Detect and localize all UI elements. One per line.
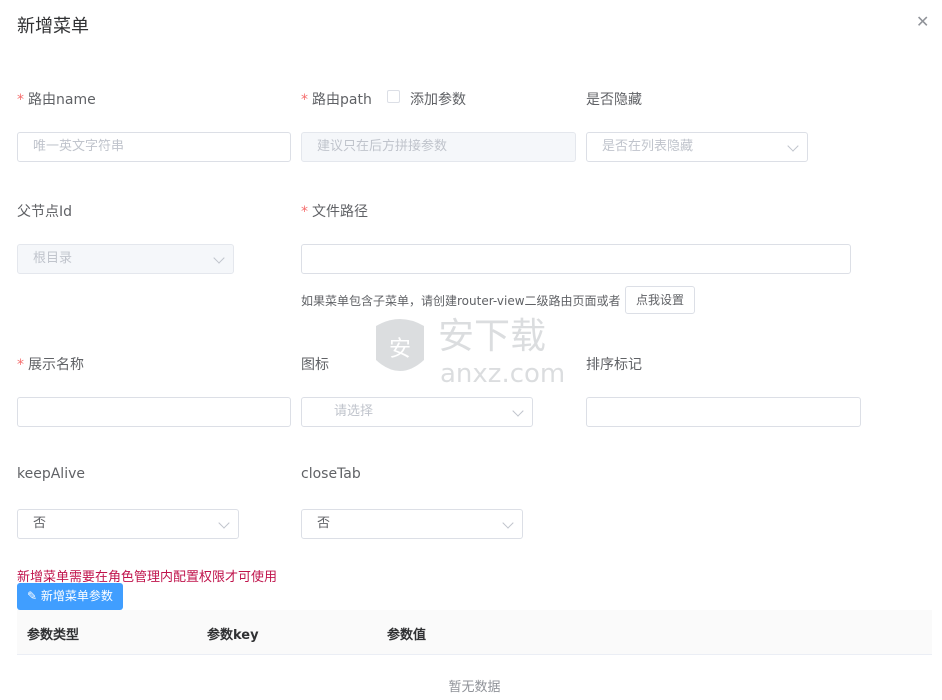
chevron-down-icon: [502, 517, 514, 529]
route-path-label: * 路由path: [301, 92, 372, 108]
icon-select[interactable]: 请选择: [301, 397, 533, 427]
svg-text:anxz.com: anxz.com: [440, 359, 565, 388]
add-param-label[interactable]: 添加参数: [410, 89, 466, 109]
file-path-input[interactable]: [301, 244, 851, 274]
column-param-key: 参数key: [207, 628, 259, 643]
hidden-label: 是否隐藏: [586, 92, 642, 108]
table-empty-text: 暂无数据: [448, 680, 501, 695]
hidden-select[interactable]: 是否在列表隐藏: [586, 132, 808, 162]
route-path-input[interactable]: 建议只在后方拼接参数: [301, 132, 576, 162]
chevron-down-icon: [787, 140, 799, 152]
watermark-logo: 安 安下载 anxz.com: [376, 316, 565, 388]
dialog-title: 新增菜单: [17, 16, 89, 37]
file-path-label: * 文件路径: [301, 204, 368, 220]
chevron-down-icon: [512, 405, 524, 417]
close-tab-label: closeTab: [301, 466, 361, 482]
display-name-input[interactable]: [17, 397, 291, 427]
keep-alive-select[interactable]: 否: [17, 509, 239, 539]
route-name-input[interactable]: 唯一英文字符串: [17, 132, 291, 162]
add-param-checkbox[interactable]: [387, 90, 400, 103]
sort-input[interactable]: [586, 397, 861, 427]
display-name-label: * 展示名称: [17, 357, 84, 373]
set-router-view-button[interactable]: 点我设置: [625, 286, 695, 314]
chevron-down-icon: [218, 517, 230, 529]
column-param-value: 参数值: [387, 628, 427, 643]
submenu-hint: 如果菜单包含子菜单，请创建router-view二级路由页面或者: [301, 294, 621, 308]
route-name-label: * 路由name: [17, 92, 96, 108]
svg-text:安下载: 安下载: [438, 316, 546, 357]
svg-text:安: 安: [389, 337, 411, 362]
parent-id-label: 父节点Id: [17, 204, 73, 220]
add-menu-param-button[interactable]: ✎ 新增菜单参数: [17, 583, 123, 610]
close-icon[interactable]: ✕: [916, 12, 929, 31]
parent-id-select[interactable]: 根目录: [17, 244, 234, 274]
close-tab-select[interactable]: 否: [301, 509, 523, 539]
icon-label: 图标: [301, 357, 329, 373]
edit-icon: ✎: [27, 589, 38, 603]
column-param-type: 参数类型: [27, 628, 80, 643]
chevron-down-icon: [213, 252, 225, 264]
params-table-header: 参数类型 参数key 参数值: [17, 610, 932, 655]
keep-alive-label: keepAlive: [17, 466, 85, 482]
sort-label: 排序标记: [586, 357, 642, 373]
